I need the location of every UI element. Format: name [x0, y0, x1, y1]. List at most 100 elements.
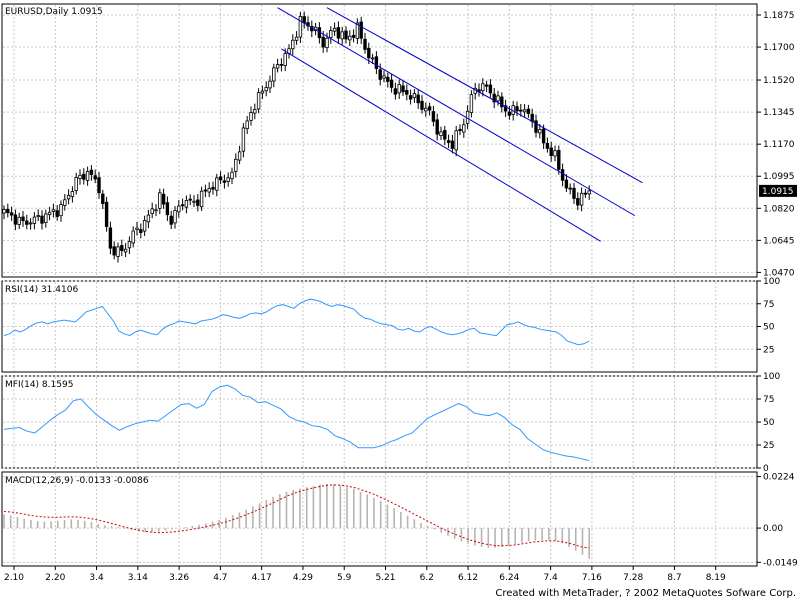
x-tick-label: 3.14	[128, 573, 148, 583]
mfi-tick-label: 75	[763, 395, 774, 405]
price-candle-body	[435, 119, 439, 135]
chart-canvas[interactable]: 2.10 2.20 3.4 3.14 3.26 4.7 4.17 4.29 5.9 5.21 6.2…	[0, 0, 800, 600]
price-candle-body	[2, 208, 6, 214]
price-candle-body	[253, 109, 257, 114]
price-candle-body	[412, 93, 417, 99]
price-candle-body	[82, 173, 86, 180]
price-candle-body	[458, 128, 462, 132]
price-candle-body	[108, 227, 113, 249]
price-candle-body	[169, 215, 173, 225]
price-candle-body	[264, 87, 268, 92]
price-candle-body	[553, 150, 557, 157]
price-candle-body	[389, 79, 394, 88]
price-candle-body	[534, 120, 538, 133]
price-candle-body	[218, 176, 223, 181]
price-candle-body	[9, 212, 14, 216]
x-tick-label: 5.21	[375, 573, 395, 583]
price-candle-body	[256, 92, 261, 110]
macd-tick-label: 0.0224	[763, 473, 795, 483]
price-candle-body	[188, 198, 192, 201]
macd-tick-label: 0.00	[763, 524, 783, 534]
price-candle-body	[275, 64, 280, 69]
price-candle-body	[374, 56, 379, 69]
x-tick-label: 6.12	[458, 573, 478, 583]
price-candle-body	[55, 210, 59, 217]
price-candle-body	[21, 216, 25, 222]
price-candle-body	[272, 67, 276, 82]
price-candle-body	[572, 187, 576, 199]
price-candle-body	[237, 151, 242, 161]
price-candle-body	[6, 208, 10, 214]
price-candle-body	[351, 34, 356, 38]
price-tick-label: 1.0645	[763, 236, 795, 246]
price-candle-body	[291, 39, 295, 50]
price-candle-body	[522, 109, 527, 113]
price-candle-body	[249, 112, 253, 121]
price-candle-body	[154, 209, 158, 212]
price-candle-body	[519, 109, 523, 112]
price-candle-body	[207, 188, 211, 193]
price-candle-body	[180, 204, 185, 207]
price-candle-body	[196, 199, 200, 206]
macd-title: MACD(12,26,9) -0.0133 -0.0086	[5, 476, 149, 486]
price-candle-body	[44, 213, 48, 223]
current-price-label: 1.0915	[762, 187, 794, 197]
price-tick-label: 1.1520	[763, 76, 795, 86]
price-candle-body	[587, 190, 591, 195]
price-candle-body	[203, 189, 208, 192]
price-candle-body	[336, 27, 341, 39]
price-candle-body	[47, 211, 52, 216]
price-candle-body	[25, 220, 29, 225]
price-candle-body	[393, 88, 398, 95]
price-candle-body	[405, 90, 409, 95]
price-candle-body	[401, 85, 405, 93]
price-candle-body	[321, 36, 325, 48]
price-candle-body	[161, 193, 166, 205]
x-tick-label: 8.19	[706, 573, 726, 583]
price-tick-label: 1.1700	[763, 43, 795, 53]
x-tick-label: 7.28	[623, 573, 643, 583]
price-candle-body	[97, 177, 101, 194]
price-candle-body	[165, 202, 170, 216]
price-candle-body	[222, 180, 227, 183]
price-candle-body	[279, 64, 284, 66]
price-candle-body	[184, 200, 189, 208]
copyright-footer: Created with MetaTrader, ? 2002 MetaQuot…	[495, 588, 796, 599]
rsi-tick-label: 75	[763, 300, 774, 310]
chart-window[interactable]: 2.10 2.20 3.4 3.14 3.26 4.7 4.17 4.29 5.9 5.21 6.2…	[0, 0, 800, 600]
price-candle-body	[363, 38, 367, 50]
price-candle-body	[507, 111, 512, 116]
price-candle-body	[51, 209, 56, 212]
rsi-tick-label: 100	[763, 277, 780, 287]
price-candle-body	[177, 205, 181, 213]
price-candle-body	[123, 248, 128, 253]
price-candle-body	[431, 111, 436, 122]
price-candle-body	[63, 199, 67, 206]
price-candle-body	[104, 201, 109, 227]
price-candle-body	[93, 175, 97, 180]
price-candle-body	[408, 95, 413, 100]
x-tick-label: 8.7	[667, 573, 681, 583]
price-candle-body	[230, 171, 234, 180]
price-candle-body	[416, 94, 420, 104]
price-candle-body	[576, 198, 580, 206]
price-candle-body	[215, 177, 219, 191]
price-candle-body	[564, 179, 569, 189]
price-candle-body	[397, 84, 401, 94]
price-candle-body	[112, 246, 116, 256]
price-tick-label: 1.1875	[763, 11, 795, 21]
pane-frame-4	[1, 471, 758, 567]
price-candle-body	[538, 129, 542, 134]
price-candle-body	[192, 200, 196, 203]
price-candle-body	[549, 147, 553, 156]
price-candle-body	[359, 21, 363, 39]
price-candle-body	[89, 169, 94, 175]
mfi-tick-label: 25	[763, 441, 774, 451]
price-candle-body	[142, 220, 147, 232]
rsi-tick-label: 50	[763, 323, 775, 333]
price-candle-body	[469, 94, 474, 114]
price-candle-body	[329, 30, 333, 39]
price-candle-body	[427, 106, 432, 111]
price-candle-body	[378, 69, 382, 80]
x-tick-label: 5.9	[337, 573, 352, 583]
